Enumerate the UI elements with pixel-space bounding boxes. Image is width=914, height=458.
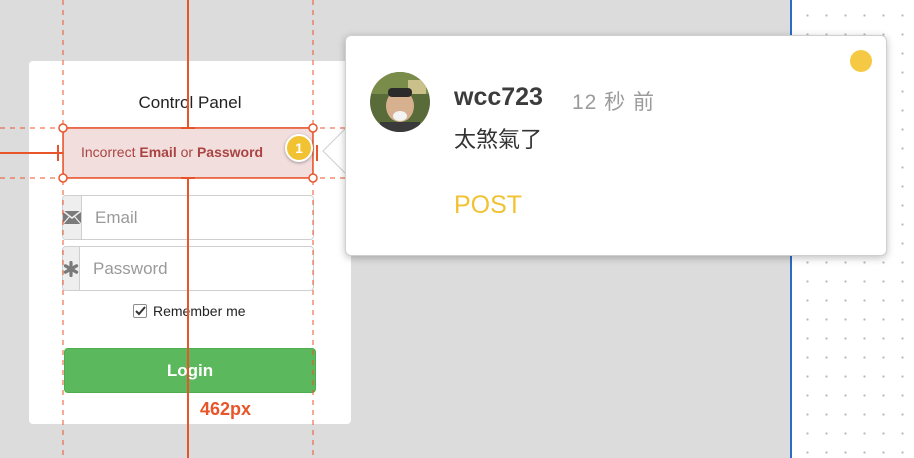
status-dot-icon[interactable] <box>850 50 872 72</box>
comment-username[interactable]: wcc723 <box>454 83 543 112</box>
user-avatar[interactable] <box>370 72 430 132</box>
post-button[interactable]: POST <box>454 191 522 220</box>
comment-timestamp: 12 秒 前 <box>572 91 656 114</box>
width-measurement-label: 462px <box>197 394 270 424</box>
popover-arrow <box>322 127 347 175</box>
comment-marker-badge[interactable]: 1 <box>285 134 313 162</box>
comment-popover: wcc723 12 秒 前 太煞氣了 POST <box>345 35 887 256</box>
comment-text: 太煞氣了 <box>454 128 543 153</box>
